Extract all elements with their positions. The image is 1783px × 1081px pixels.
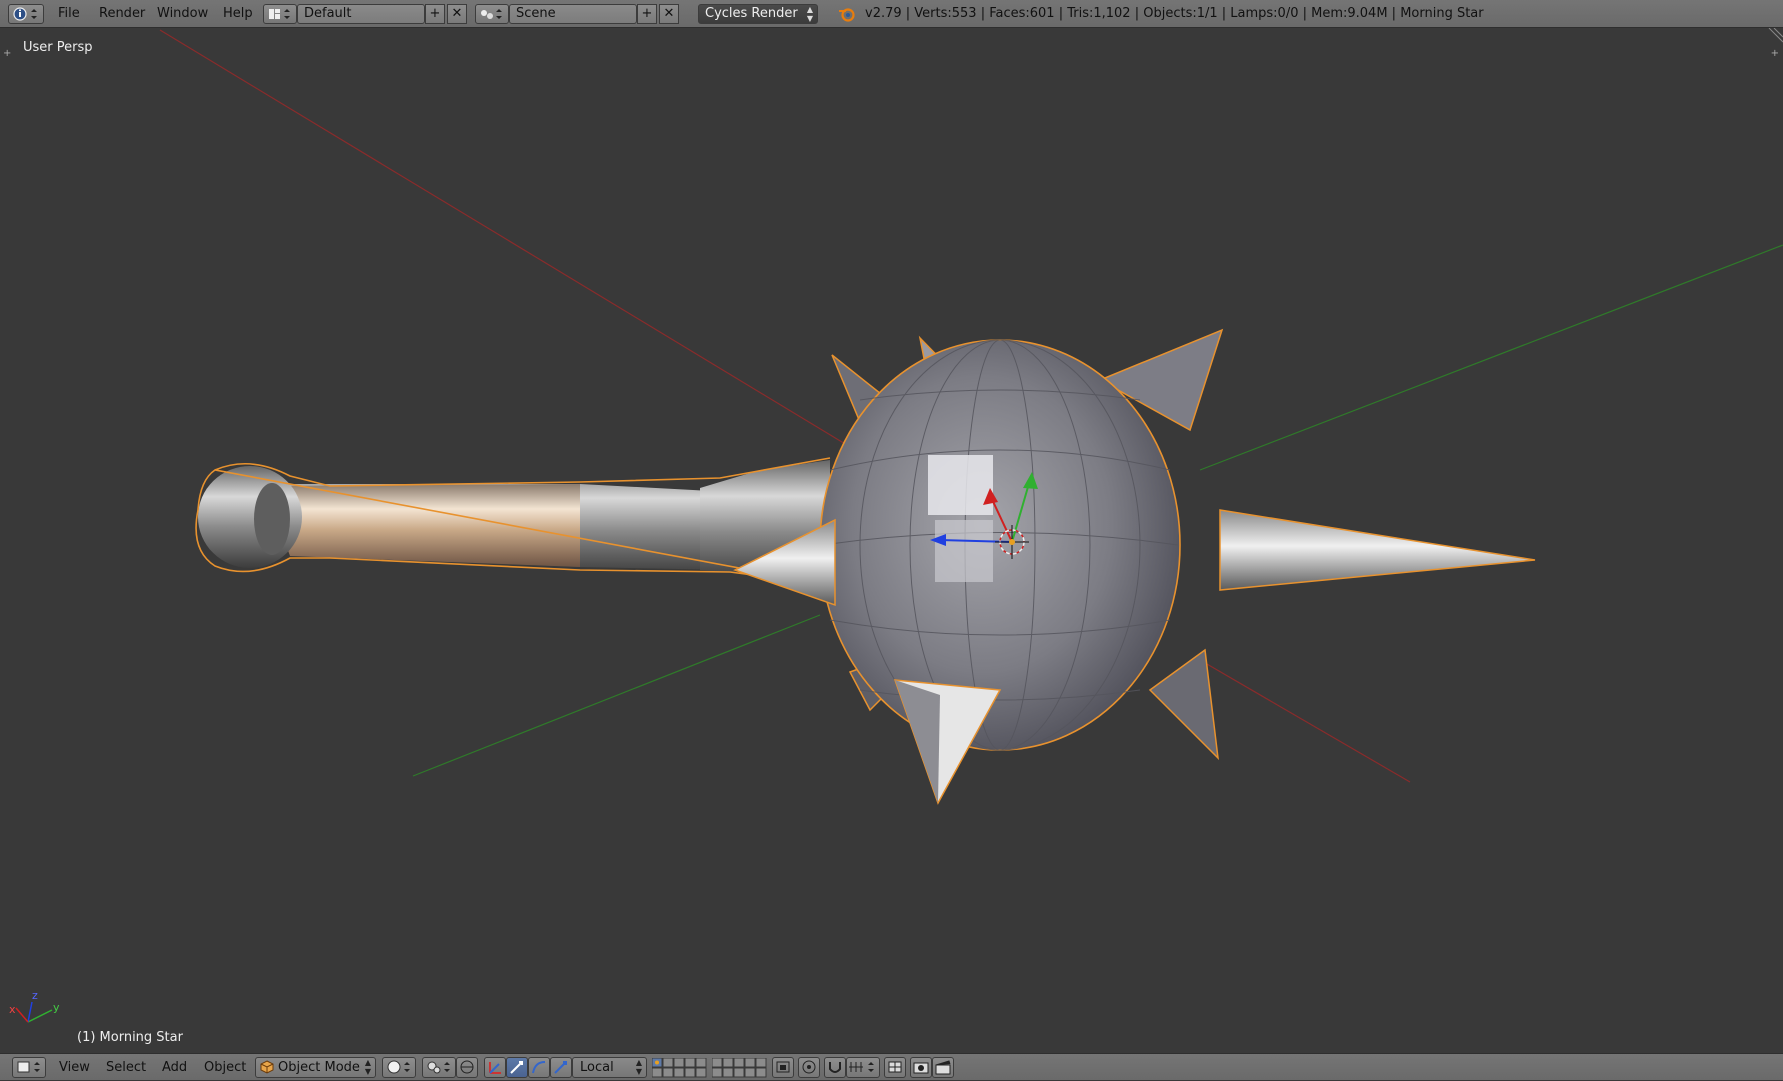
axis-z-label: z [32,989,38,1002]
menu-view[interactable]: View [59,1060,90,1075]
rotate-icon [510,1061,523,1074]
scene-browse[interactable] [475,4,509,24]
snap-toggle-button[interactable] [824,1057,846,1078]
editor-type-selector[interactable] [8,4,44,24]
spike-bottom-right [1148,648,1220,761]
layout-icon [269,9,290,19]
spike-right [1219,509,1536,591]
scene-field[interactable]: Scene [509,4,637,24]
layers-group-2[interactable] [712,1058,768,1078]
add-scene-button[interactable]: + [637,4,657,24]
orientation-label: Local [580,1060,614,1075]
menu-object[interactable]: Object [204,1060,246,1075]
highlight-facet [928,455,993,515]
transform-orientation-select[interactable]: Local ▲ ▼ [572,1057,647,1078]
camera-render-icon [913,1062,929,1074]
translate-icon [489,1062,501,1074]
axis-x-label: x [9,1003,16,1016]
x-axis-line-lower [1199,659,1411,783]
clapperboard-icon [935,1060,951,1075]
render-engine-select[interactable]: Cycles Render ▲ ▼ [698,4,818,24]
close-icon: ✕ [663,6,675,21]
mode-select[interactable]: Object Mode ▲ ▼ [255,1057,376,1078]
scale-manipulator[interactable] [550,1057,572,1078]
view-perspective-label: User Persp [23,40,93,55]
magnet-icon [829,1062,841,1073]
status-info: v2.79 | Verts:553 | Faces:601 | Tris:1,1… [865,6,1484,21]
solid-shading-icon [387,1060,410,1074]
snap-increment-icon [849,1062,874,1072]
updown-arrows-icon: ▲ ▼ [635,1058,642,1076]
mode-label: Object Mode [278,1060,360,1075]
cube-icon [260,1060,274,1074]
region-toggle-left-icon[interactable]: + [3,48,11,59]
y-axis-line-lower [412,614,821,777]
lock-camera-layers-button[interactable] [772,1057,794,1078]
menu-help[interactable]: Help [223,6,253,21]
screen-layout-field[interactable]: Default [297,4,425,24]
scene-icon [481,9,502,19]
info-header: File Render Window Help Default + ✕ Scen… [0,0,1783,28]
area-split-corner-icon[interactable] [1767,28,1783,44]
handle-grip [265,484,580,567]
view-axes-indicator [15,1001,53,1023]
active-object-label: (1) Morning Star [77,1030,183,1045]
render-engine-label: Cycles Render [705,6,798,21]
delete-screen-button[interactable]: ✕ [447,4,467,24]
layers-group-1[interactable] [652,1058,708,1078]
scale-icon [554,1061,567,1074]
menu-add[interactable]: Add [162,1060,187,1075]
close-icon: ✕ [451,6,463,21]
manipulator-icon [460,1060,474,1074]
snap-target-button[interactable] [884,1057,906,1078]
scene-render [15,29,1783,1023]
arc-icon [532,1061,546,1074]
add-screen-button[interactable]: + [425,4,445,24]
manipulator-toggle[interactable] [456,1057,478,1078]
updown-arrows-icon: ▲ ▼ [806,5,813,23]
region-toggle-right-icon[interactable]: + [1771,48,1779,59]
snap-target-icon [888,1061,902,1073]
delete-scene-button[interactable]: ✕ [659,4,679,24]
y-axis-line [1199,244,1783,471]
pivot-icon [427,1061,450,1074]
snap-element-select[interactable] [846,1057,880,1078]
pivot-point-select[interactable] [422,1057,456,1078]
viewport-shading-select[interactable] [382,1057,416,1078]
screen-layout-browse[interactable] [263,4,297,24]
editor-type-3d[interactable] [12,1057,46,1078]
menu-render[interactable]: Render [99,6,145,21]
3d-view-header: View Select Add Object Object Mode ▲ ▼ L… [0,1053,1783,1080]
menu-window[interactable]: Window [157,6,208,21]
rotate-manipulator[interactable] [506,1057,528,1078]
x-axis-line [159,29,881,466]
plus-icon: + [641,6,653,21]
menu-select[interactable]: Select [106,1060,146,1075]
arc-manipulator[interactable] [528,1057,550,1078]
proportional-edit-icon [802,1060,816,1074]
3d-viewport[interactable]: x y z User Persp (1) Morning Star + + [0,28,1783,1053]
plus-icon: + [429,6,441,21]
highlight-facet-2 [935,520,993,582]
pommel-ring [254,483,290,555]
proportional-edit-button[interactable] [798,1057,820,1078]
axis-y-label: y [53,1001,60,1014]
blender-logo-icon [839,8,855,22]
spike-bottom-shade [895,680,940,803]
3d-view-icon [17,1061,40,1073]
translate-manipulator[interactable] [484,1057,506,1078]
opengl-render-image-button[interactable] [910,1057,932,1078]
opengl-render-animation-button[interactable] [932,1057,954,1078]
menu-file[interactable]: File [58,6,80,21]
updown-arrows-icon: ▲ ▼ [364,1058,371,1076]
info-icon [13,7,37,21]
layers-lock-icon [776,1061,790,1073]
